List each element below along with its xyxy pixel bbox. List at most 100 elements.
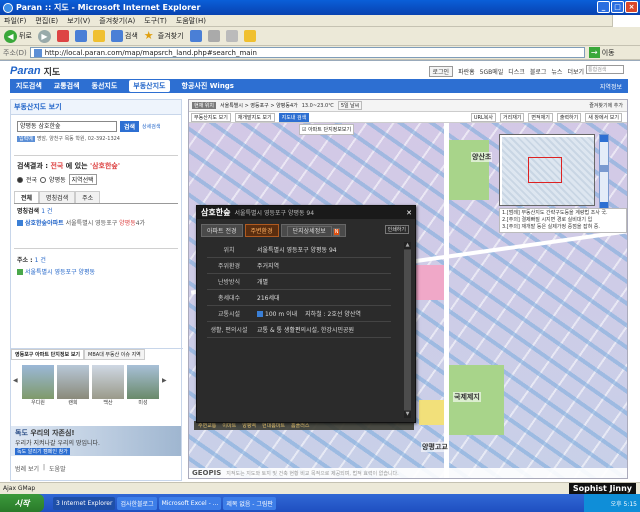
detail-search-link[interactable]: 상세검색	[142, 123, 160, 130]
tab-realestate-map[interactable]: 부동산지도	[129, 80, 170, 92]
measure-distance-button[interactable]: 거리재기	[500, 112, 525, 122]
link-more[interactable]: 더보기	[567, 67, 584, 76]
favorites-button[interactable]: ★ 즐겨찾기	[144, 30, 184, 42]
popup-close-icon[interactable]: ✕	[406, 209, 412, 217]
refresh-button[interactable]	[74, 30, 87, 42]
local-info-link[interactable]: 지역정보	[600, 82, 622, 91]
address-input[interactable]: http://local.paran.com/map/mapsrch_land.…	[29, 47, 585, 58]
radio-local[interactable]	[40, 176, 47, 183]
menu-file[interactable]: 파일(F)	[4, 16, 26, 26]
map-location-bar: 현재 위치 서울특별시 > 영등포구 > 양평동4가 13.0~23.0℃ 5일…	[189, 100, 627, 112]
result-tab-address[interactable]: 주소	[75, 191, 101, 203]
print-map-button[interactable]: 출력하기	[556, 112, 582, 122]
map-park-zone	[444, 140, 489, 200]
complex-thumbnail[interactable]: 우디원	[22, 365, 54, 406]
region-select-button[interactable]: 지역선택	[68, 174, 97, 185]
popup-scrollbar[interactable]: ▲ ▼	[404, 242, 411, 418]
link-paran-home[interactable]: 파란홈	[458, 67, 475, 76]
folder-button[interactable]	[243, 30, 256, 42]
realestate-map-view[interactable]: 부동산지도 보기	[191, 112, 231, 122]
maximize-button[interactable]: □	[611, 1, 624, 13]
link-news[interactable]: 뉴스	[551, 67, 562, 76]
menu-view[interactable]: 보기(V)	[67, 16, 90, 26]
popup-tab-view[interactable]: 아파트 전경	[201, 224, 243, 237]
menu-favorites[interactable]: 즐겨찾기(A)	[99, 16, 135, 26]
realestate-search-button[interactable]: 검색	[120, 121, 140, 132]
complex-tab-yeongdeungpo[interactable]: 영등포구 아파트 단지정보 보기	[11, 349, 85, 360]
task-excel[interactable]: Microsoft Excel - ...	[158, 496, 222, 510]
top-search-input[interactable]: 통합검색	[586, 65, 624, 74]
dokdo-campaign-button[interactable]: 독도 알리기 캠페인 참가	[15, 448, 70, 455]
measure-area-button[interactable]: 면적재기	[528, 112, 553, 122]
login-button[interactable]: 로그인	[428, 66, 454, 77]
scroll-thumb[interactable]	[404, 250, 411, 410]
stop-button[interactable]	[56, 30, 69, 42]
prev-arrow-icon[interactable]: ◀	[13, 377, 19, 387]
result-tab-name[interactable]: 명칭검색	[39, 191, 76, 203]
map-breadcrumb[interactable]: 서울특별시 > 영등포구 > 양평동4가	[220, 102, 298, 109]
new-window-button[interactable]: 새 창에서 보기	[585, 112, 622, 122]
legend-link[interactable]: 범례 보기	[15, 464, 39, 473]
radio-all[interactable]	[17, 176, 23, 183]
table-row: 난방방식 개별	[207, 274, 391, 290]
in-map-search[interactable]: 지도내 검색	[278, 112, 310, 122]
menu-help[interactable]: 도움말(H)	[176, 16, 206, 26]
task-paint[interactable]: 제목 없음 - 그림판	[223, 496, 276, 510]
tab-traffic[interactable]: 교통검색	[54, 81, 80, 91]
list-item[interactable]: 서울특별시 영등포구 양평동	[11, 266, 181, 277]
link-disk[interactable]: 디스크	[508, 67, 525, 76]
paran-logo[interactable]: Paran	[10, 65, 41, 77]
scroll-up-icon[interactable]: ▲	[404, 242, 411, 249]
complex-tab-issue[interactable]: MBA대 부동산 이슈 지역	[84, 349, 145, 360]
copy-url-button[interactable]: URL복사	[470, 112, 496, 122]
redevelop-map-view[interactable]: 재개발지도 보기	[234, 112, 275, 122]
list-item[interactable]: 삼호한숲아파트 서울특별시 영등포구 양평동4가	[11, 217, 181, 228]
overview-minimap[interactable]	[499, 134, 595, 206]
result-tab-all[interactable]: 전체	[14, 191, 40, 203]
complex-thumbnail[interactable]: 랜희	[57, 365, 89, 406]
zoom-control[interactable]	[599, 134, 609, 210]
zoom-in-icon[interactable]	[600, 135, 608, 142]
menu-tools[interactable]: 도구(T)	[144, 16, 167, 26]
forward-button[interactable]: ▶	[37, 29, 51, 43]
tab-route-map[interactable]: 동선지도	[92, 81, 118, 91]
add-favorite-link[interactable]: 즐겨찾기에 추가	[589, 102, 623, 109]
tab-aerial-wings[interactable]: 항공사진 Wings	[182, 81, 234, 91]
apt-info-checkbox[interactable]: ☑ 아파트 단지정보보기	[299, 124, 355, 135]
minimap-viewport-frame[interactable]	[528, 157, 562, 183]
divider	[14, 248, 178, 249]
minimize-button[interactable]: _	[597, 1, 610, 13]
task-internet-explorer[interactable]: 3 Internet Explorer	[53, 496, 116, 510]
start-button[interactable]: 시작	[0, 494, 44, 512]
back-button[interactable]: ◀ 뒤로	[4, 29, 32, 43]
complex-thumbnail[interactable]: 백산	[92, 365, 124, 406]
dokdo-banner[interactable]: 독도 우리의 자존심! 우리가 지켜나갈 우리의 땅입니다. 독도 알리기 캠페…	[11, 426, 181, 456]
region-radio-group: 전국 양평동 지역선택	[11, 172, 181, 187]
popup-tab-surroundings[interactable]: 주변환경	[244, 224, 279, 237]
tab-map-search[interactable]: 지도검색	[16, 81, 42, 91]
clock[interactable]: 오후 5:15	[611, 499, 637, 508]
scroll-down-icon[interactable]: ▼	[404, 411, 411, 418]
realestate-search-input[interactable]: 양평동 삼호한숲	[17, 121, 117, 132]
zoom-slider-handle[interactable]	[600, 165, 608, 172]
link-mail[interactable]: 5GB메일	[480, 67, 504, 76]
five-day-weather-button[interactable]: 5일 날씨	[337, 101, 363, 110]
mail-button[interactable]	[207, 30, 220, 42]
next-arrow-icon[interactable]: ▶	[162, 377, 168, 387]
complex-thumbnail[interactable]: 미성	[127, 365, 159, 406]
history-button[interactable]	[189, 30, 202, 42]
search-button[interactable]: 검색	[110, 30, 138, 42]
stop-icon	[56, 30, 69, 42]
home-button[interactable]	[92, 30, 105, 42]
popup-print-button[interactable]: 인쇄하기	[384, 225, 409, 234]
close-button[interactable]: ×	[625, 1, 638, 13]
weather-text: 13.0~23.0℃	[301, 102, 334, 109]
task-blog[interactable]: 검사한블로그	[117, 496, 157, 510]
menu-edit[interactable]: 편집(E)	[35, 16, 58, 26]
popup-tab-detail[interactable]: 단지상세정보 N	[280, 224, 347, 237]
help-link[interactable]: 도움말	[49, 464, 66, 473]
print-button[interactable]	[225, 30, 238, 42]
go-button[interactable]: → 이동	[588, 47, 615, 58]
link-blog[interactable]: 블로그	[530, 67, 547, 76]
ie-icon	[3, 2, 13, 13]
